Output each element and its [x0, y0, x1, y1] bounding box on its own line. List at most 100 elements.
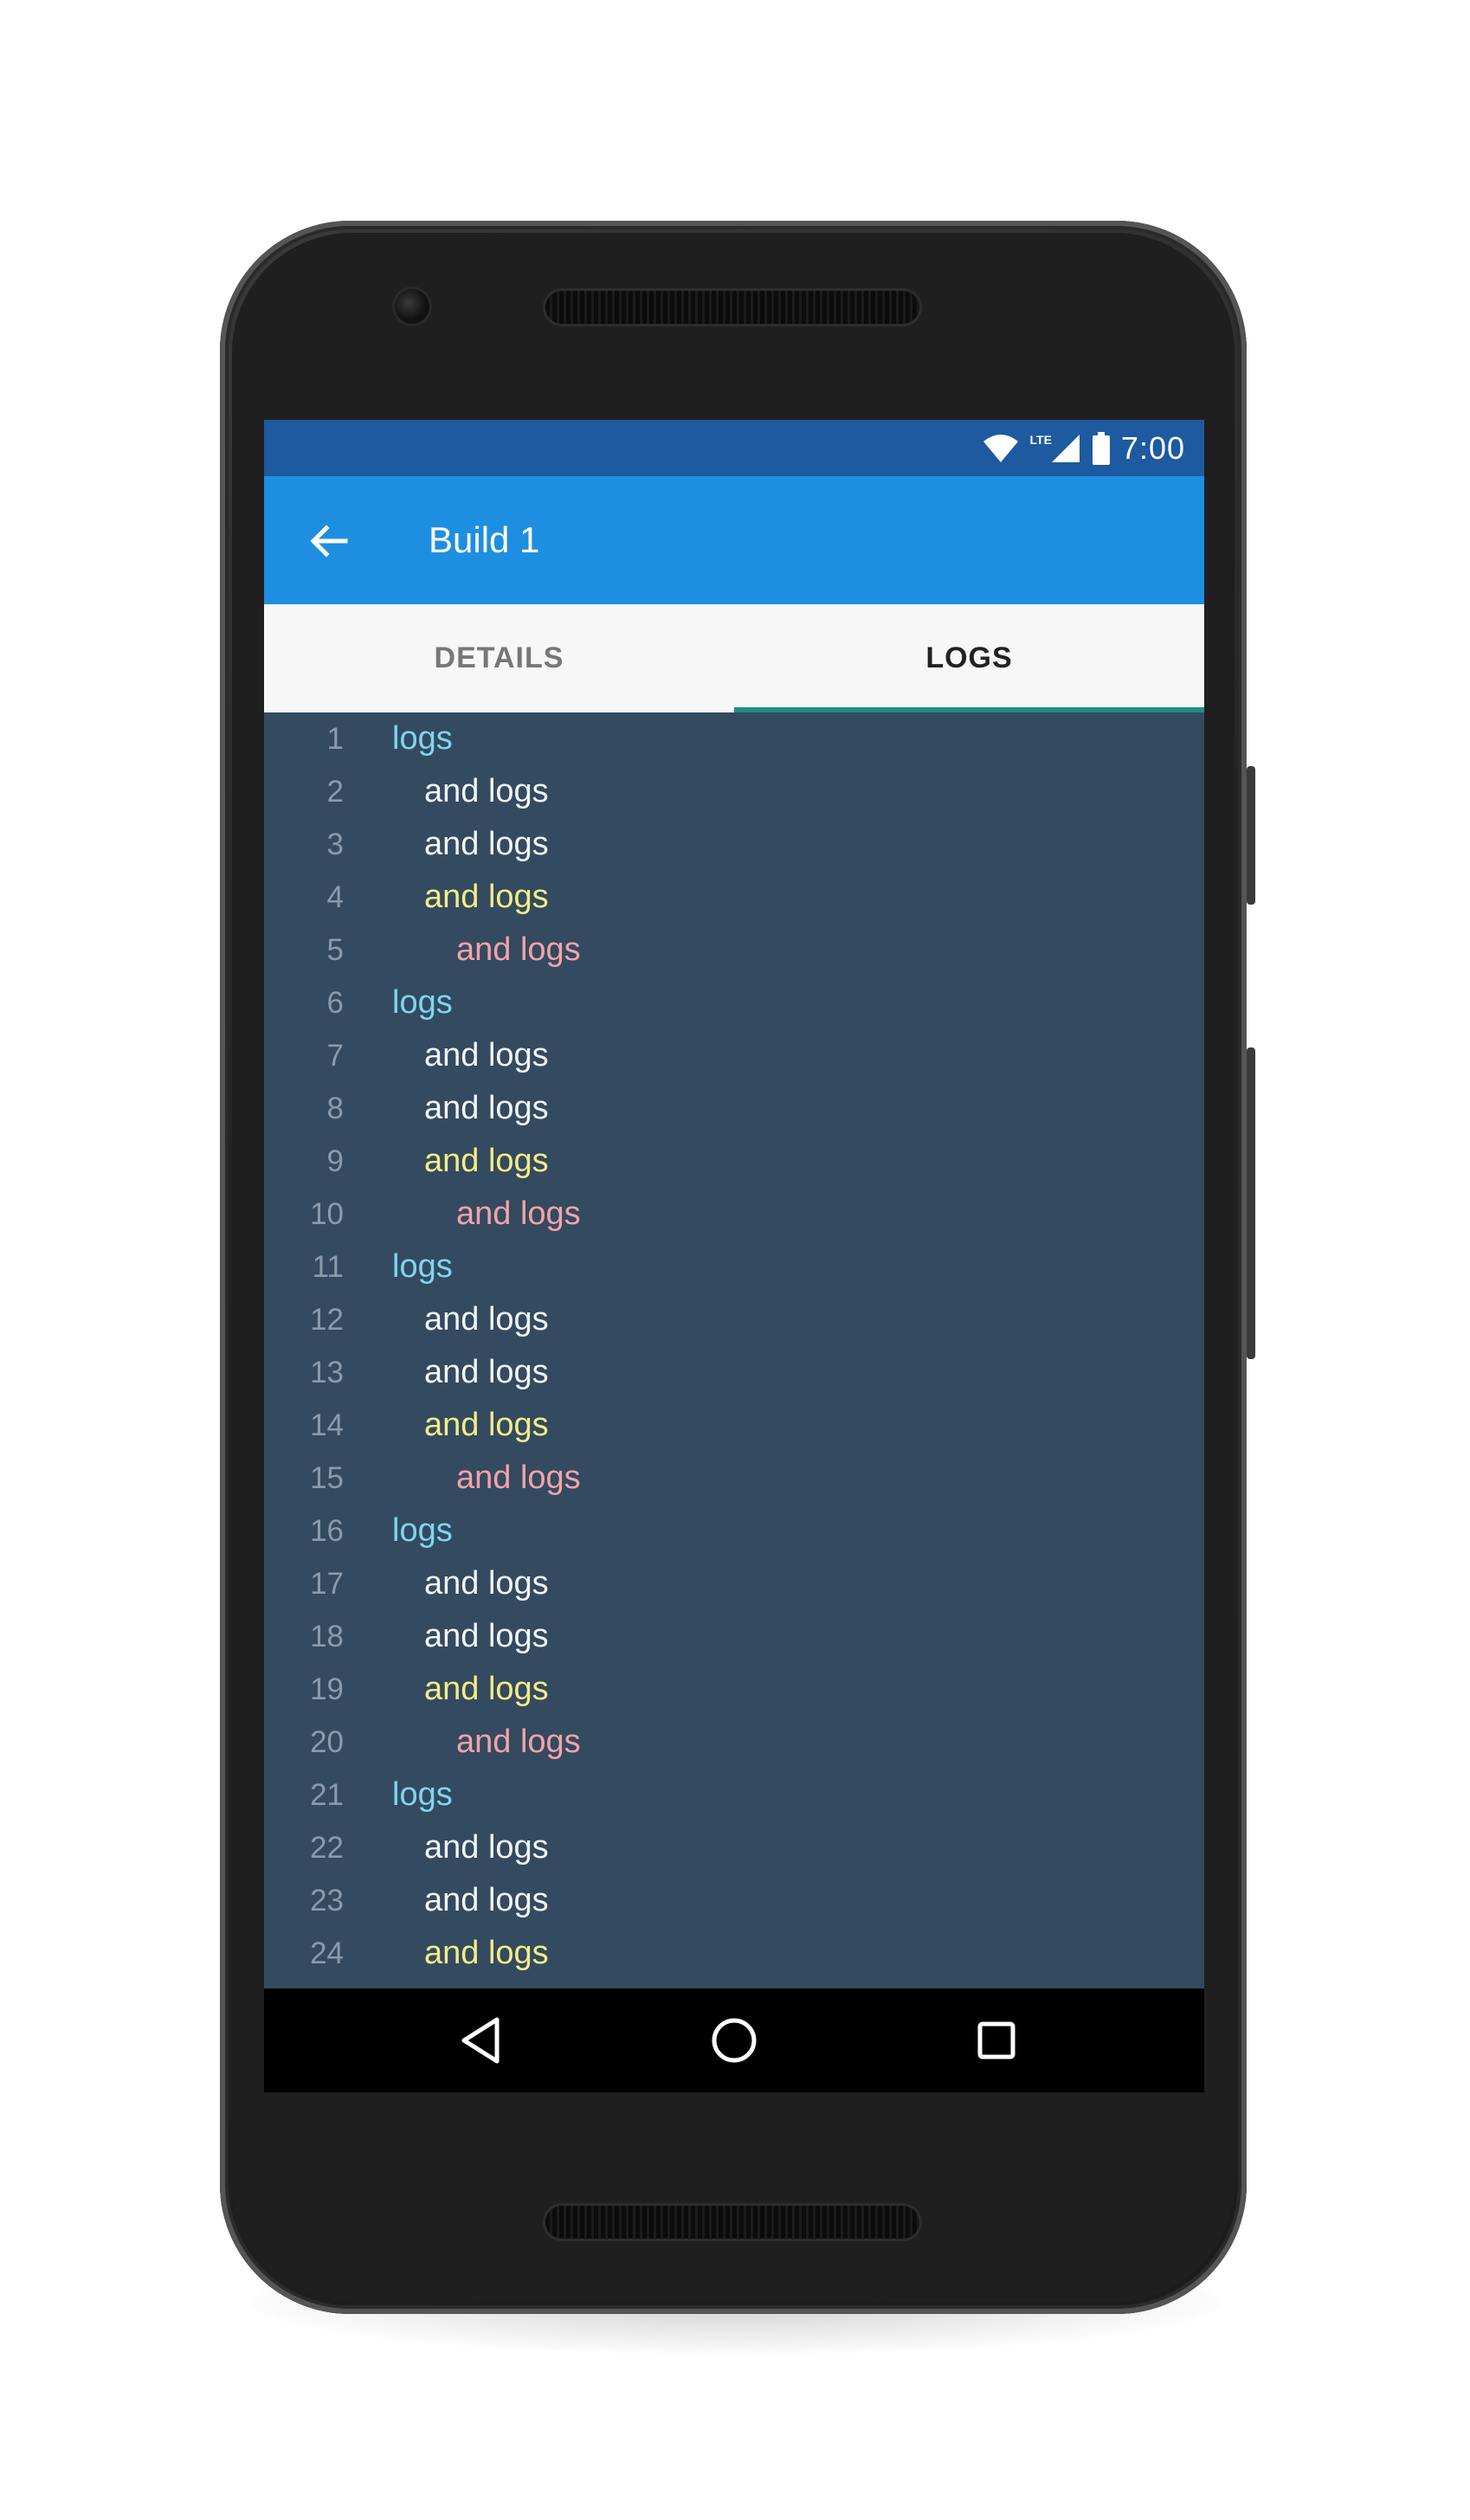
log-line: 16 logs	[264, 1505, 1204, 1557]
line-number: 24	[310, 1936, 344, 1970]
nav-home-button[interactable]	[700, 2006, 769, 2075]
volume-button	[1247, 766, 1255, 905]
line-number: 21	[310, 1777, 344, 1812]
signal-icon	[1051, 434, 1080, 462]
log-text: and logs	[424, 1143, 549, 1179]
log-text: and logs	[424, 1829, 549, 1866]
home-circle-icon	[712, 2018, 757, 2063]
line-number: 8	[326, 1091, 344, 1125]
log-text: and logs	[456, 931, 581, 968]
line-number: 14	[310, 1408, 344, 1442]
nav-back-button[interactable]	[446, 2006, 515, 2075]
line-number: 7	[326, 1038, 344, 1073]
line-number: 6	[326, 985, 344, 1020]
back-button[interactable]	[299, 511, 359, 571]
line-number: 20	[310, 1724, 344, 1759]
log-text: logs	[392, 984, 453, 1021]
log-line: 15 and logs	[264, 1452, 1204, 1505]
log-line: 23 and logs	[264, 1874, 1204, 1927]
log-text: logs	[392, 1512, 453, 1549]
log-line: 10 and logs	[264, 1188, 1204, 1241]
log-text: and logs	[424, 1090, 549, 1126]
power-button	[1247, 1047, 1255, 1359]
status-time: 7:00	[1120, 429, 1185, 466]
log-view[interactable]: 1 logs 2 and logs 3 and logs 4 and logs 5 and…	[264, 712, 1204, 1988]
recents-square-icon	[977, 2021, 1015, 2059]
tab-logs[interactable]: LOGS	[734, 604, 1204, 712]
line-number: 16	[310, 1513, 344, 1548]
log-line: 12 and logs	[264, 1293, 1204, 1346]
line-number: 5	[326, 932, 344, 967]
tab-details-label: DETAILS	[434, 641, 564, 674]
log-text: and logs	[424, 773, 549, 809]
log-line: 14 and logs	[264, 1399, 1204, 1452]
front-camera	[395, 289, 429, 324]
line-number: 23	[310, 1883, 344, 1917]
log-text: and logs	[424, 1407, 549, 1443]
log-text: and logs	[424, 1882, 549, 1918]
log-line: 20 and logs	[264, 1716, 1204, 1769]
log-text: and logs	[456, 1460, 581, 1496]
nav-bar	[264, 1988, 1204, 2092]
app-bar: Build 1	[264, 476, 1204, 604]
bottom-speaker	[545, 2206, 919, 2239]
log-text: and logs	[424, 826, 549, 862]
log-line: 2 and logs	[264, 765, 1204, 818]
log-text: and logs	[424, 879, 549, 915]
back-triangle-icon	[461, 2017, 500, 2064]
page-title: Build 1	[429, 519, 540, 560]
log-text: and logs	[424, 1935, 549, 1971]
arrow-left-icon	[310, 525, 348, 557]
line-number: 22	[310, 1830, 344, 1865]
log-line: 9 and logs	[264, 1135, 1204, 1188]
stage: LTE 7:00 Build 1 DETAILS LOGS 1 logs 2 a…	[0, 0, 1470, 2520]
wifi-icon	[983, 434, 1018, 462]
lte-label: LTE	[1029, 432, 1052, 447]
log-text: and logs	[424, 1565, 549, 1602]
log-line: 5 and logs	[264, 924, 1204, 976]
log-line: 11 logs	[264, 1241, 1204, 1293]
top-speaker	[545, 291, 919, 324]
log-line: 8 and logs	[264, 1082, 1204, 1135]
log-line: 21 logs	[264, 1769, 1204, 1821]
log-line: 24 and logs	[264, 1927, 1204, 1980]
log-text: and logs	[424, 1671, 549, 1707]
tab-details[interactable]: DETAILS	[264, 604, 734, 712]
log-line: 3 and logs	[264, 818, 1204, 871]
line-number: 17	[310, 1566, 344, 1601]
battery-icon	[1092, 431, 1110, 465]
line-number: 2	[326, 774, 344, 809]
log-line: 22 and logs	[264, 1821, 1204, 1874]
tab-logs-label: LOGS	[925, 641, 1013, 674]
log-line: 7 and logs	[264, 1029, 1204, 1082]
line-number: 11	[312, 1249, 344, 1284]
log-line: 19 and logs	[264, 1663, 1204, 1716]
log-text: and logs	[424, 1354, 549, 1390]
screen: LTE 7:00 Build 1 DETAILS LOGS 1 logs 2 a…	[264, 420, 1204, 2092]
line-number: 19	[310, 1672, 344, 1706]
line-number: 18	[310, 1619, 344, 1653]
log-text: logs	[392, 1248, 453, 1285]
log-line: 18 and logs	[264, 1610, 1204, 1663]
line-number: 9	[326, 1144, 344, 1178]
nav-recents-button[interactable]	[962, 2006, 1031, 2075]
line-number: 3	[326, 827, 344, 861]
line-number: 4	[326, 880, 344, 914]
log-line: 17 and logs	[264, 1557, 1204, 1610]
log-text: logs	[392, 720, 453, 757]
status-icons: LTE 7:00	[982, 420, 1185, 476]
tab-bar: DETAILS LOGS	[264, 604, 1204, 712]
log-text: logs	[392, 1776, 453, 1813]
log-line: 1 logs	[264, 712, 1204, 765]
line-number: 13	[310, 1355, 344, 1389]
log-text: and logs	[424, 1301, 549, 1337]
log-text: and logs	[456, 1724, 581, 1760]
line-number: 12	[310, 1302, 344, 1337]
log-text: and logs	[424, 1037, 549, 1073]
status-bar: LTE 7:00	[264, 420, 1204, 476]
log-text: and logs	[424, 1618, 549, 1654]
line-number: 10	[310, 1196, 344, 1231]
log-line: 6 logs	[264, 976, 1204, 1029]
log-line: 4 and logs	[264, 871, 1204, 924]
line-number: 15	[310, 1460, 344, 1495]
